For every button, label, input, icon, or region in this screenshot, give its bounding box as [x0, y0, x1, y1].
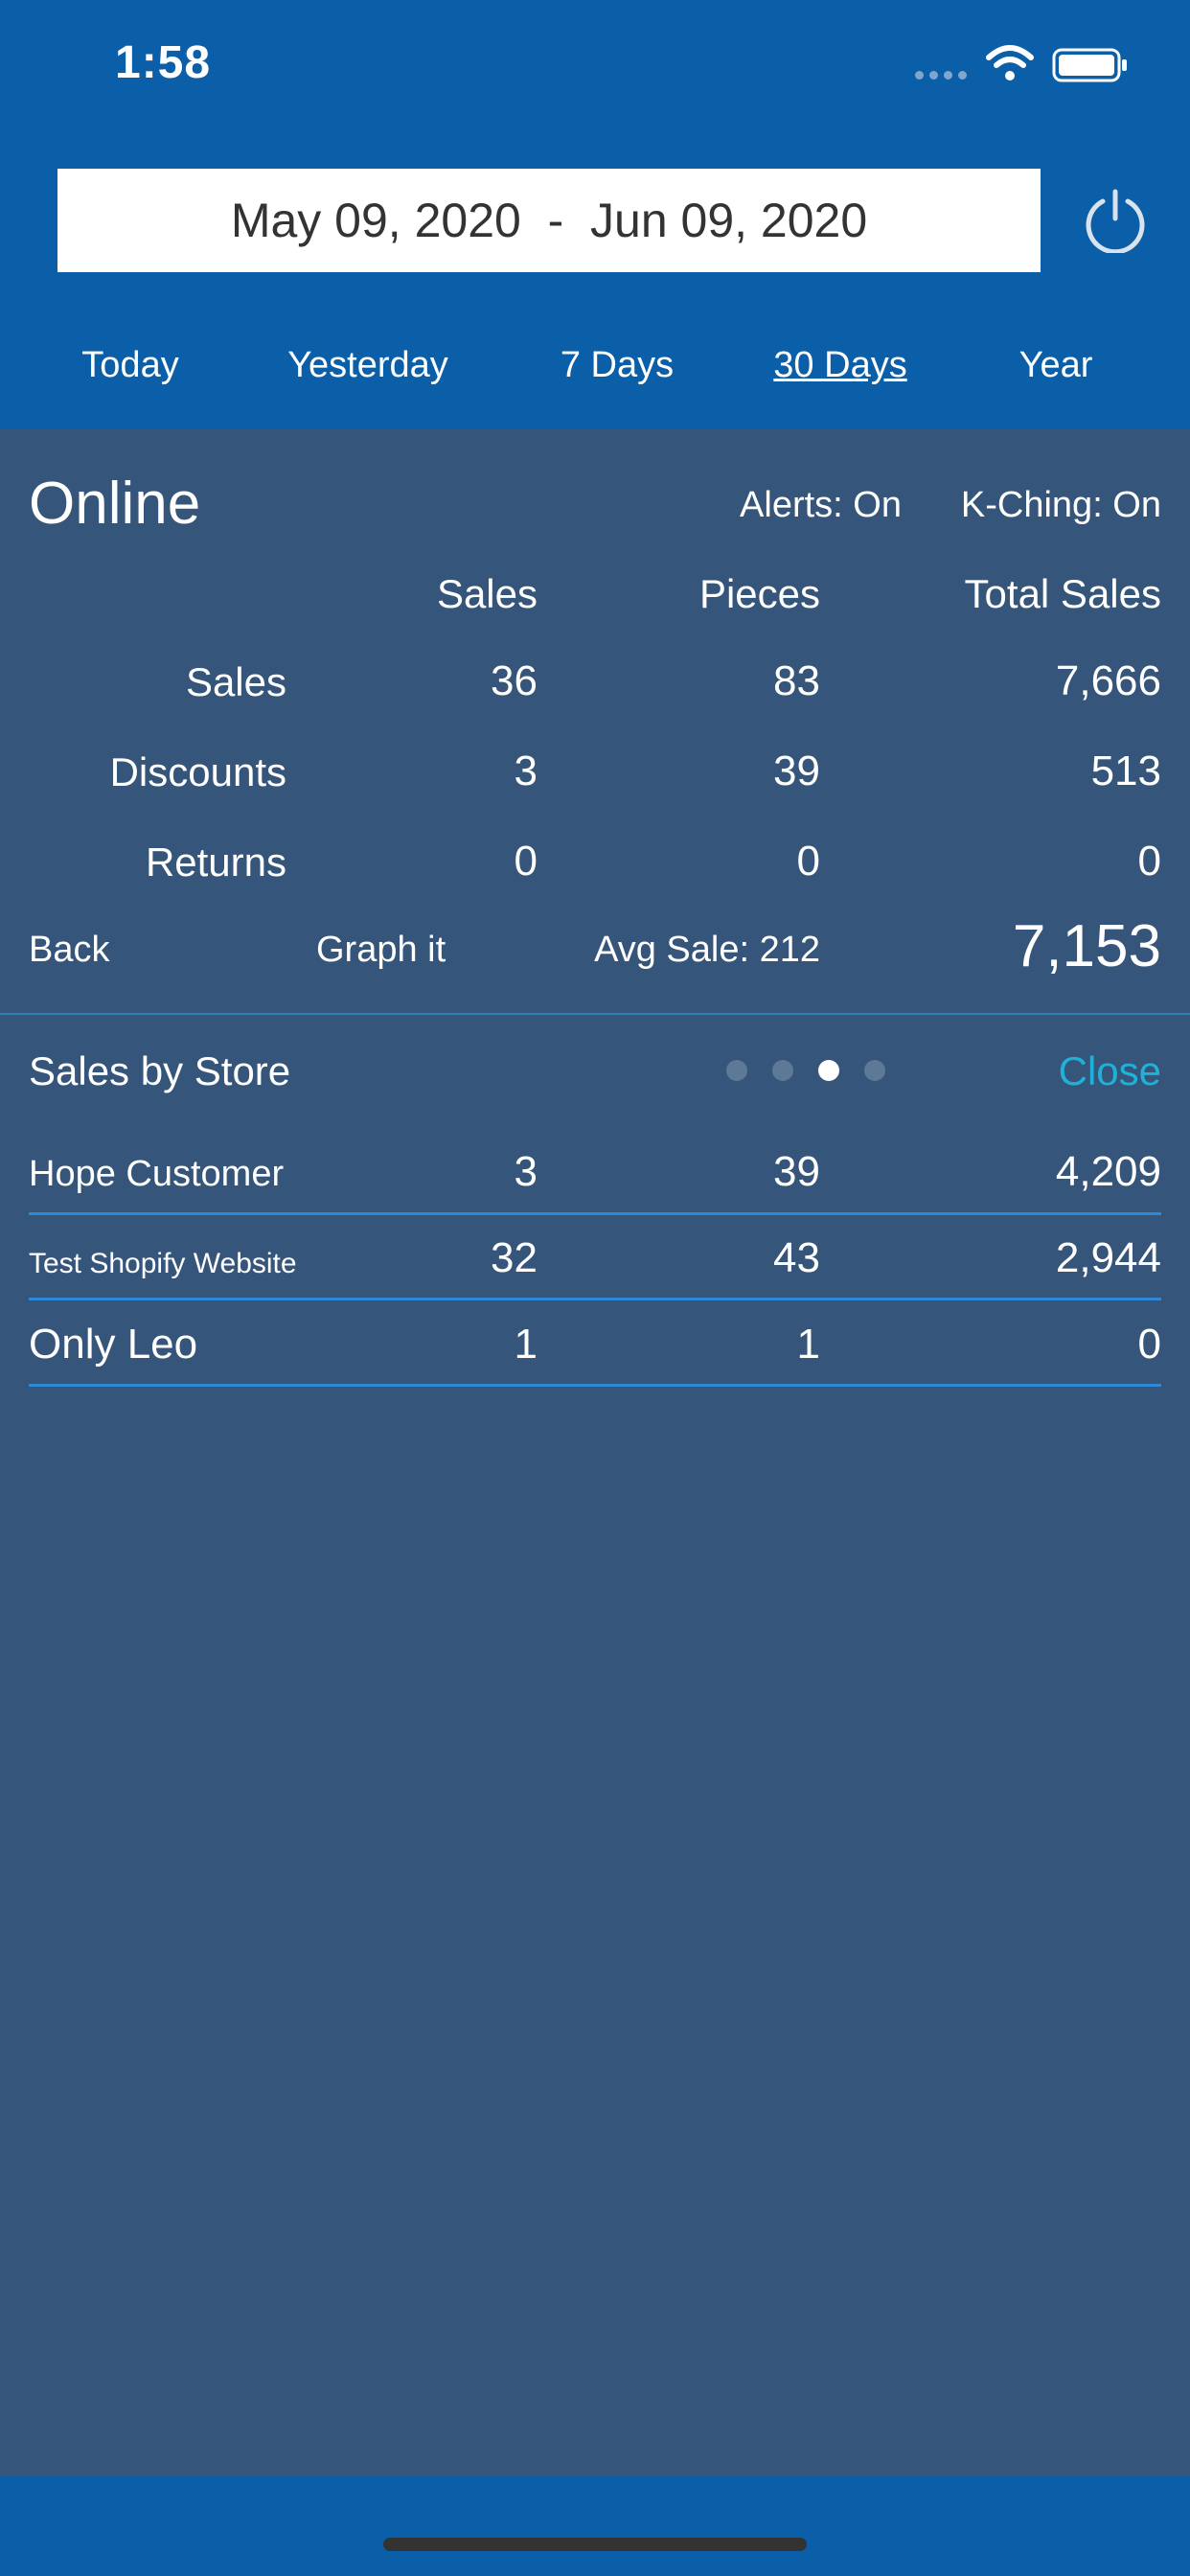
page-dot-3[interactable]: [818, 1060, 839, 1081]
column-header-total-sales: Total Sales: [964, 571, 1161, 616]
tab-7-days[interactable]: 7 Days: [561, 345, 674, 386]
store-sales: 1: [514, 1321, 538, 1368]
back-button[interactable]: Back: [29, 930, 109, 971]
date-range-field[interactable]: May 09, 2020 - Jun 09, 2020: [57, 169, 1041, 272]
discounts-total: 513: [1090, 748, 1161, 794]
store-name[interactable]: Test Shopify Website: [29, 1248, 297, 1280]
column-header-sales: Sales: [436, 571, 538, 616]
row-divider: [29, 1298, 1161, 1300]
tab-30-days[interactable]: 30 Days: [773, 345, 906, 386]
returns-pieces: 0: [796, 838, 820, 885]
cellular-signal-icon: [915, 71, 967, 80]
sales-count: 36: [491, 657, 538, 704]
stores-title: Sales by Store: [29, 1048, 291, 1093]
page-dot-1[interactable]: [726, 1060, 747, 1081]
home-indicator[interactable]: [383, 2538, 807, 2551]
store-total: 0: [1137, 1321, 1161, 1368]
alerts-toggle[interactable]: Alerts: On: [740, 485, 902, 526]
row-divider: [29, 1212, 1161, 1215]
store-sales: 3: [514, 1148, 538, 1195]
page-dot-2[interactable]: [772, 1060, 793, 1081]
section-divider: [0, 1013, 1190, 1015]
store-name[interactable]: Hope Customer: [29, 1154, 284, 1195]
grand-total: 7,153: [1012, 913, 1161, 979]
row-divider: [29, 1384, 1161, 1387]
tab-yesterday[interactable]: Yesterday: [287, 345, 448, 386]
tab-today[interactable]: Today: [81, 345, 178, 386]
store-total: 4,209: [1055, 1148, 1161, 1195]
store-name[interactable]: Only Leo: [29, 1321, 197, 1368]
graph-it-button[interactable]: Graph it: [316, 930, 446, 971]
close-button[interactable]: Close: [1059, 1048, 1161, 1094]
returns-total: 0: [1137, 838, 1161, 885]
channel-title: Online: [29, 471, 201, 537]
kching-toggle[interactable]: K-Ching: On: [961, 485, 1161, 526]
discounts-count: 3: [514, 748, 538, 794]
column-header-pieces: Pieces: [698, 571, 820, 616]
store-pieces: 43: [773, 1234, 820, 1281]
page-dot-4[interactable]: [864, 1060, 885, 1081]
row-label-returns: Returns: [145, 840, 286, 885]
status-time: 1:58: [115, 37, 212, 88]
sales-pieces: 83: [773, 657, 820, 704]
wifi-icon: [986, 45, 1034, 80]
avg-sale: Avg Sale: 212: [594, 930, 820, 970]
discounts-pieces: 39: [773, 748, 820, 794]
tab-year[interactable]: Year: [1019, 345, 1093, 386]
store-sales: 32: [491, 1234, 538, 1281]
power-icon[interactable]: [1083, 188, 1148, 253]
returns-count: 0: [514, 838, 538, 885]
store-total: 2,944: [1055, 1234, 1161, 1281]
bottom-bar: [0, 2476, 1190, 2576]
battery-icon: [1052, 48, 1127, 82]
store-pieces: 39: [773, 1148, 820, 1195]
row-label-discounts: Discounts: [109, 749, 286, 794]
row-label-sales: Sales: [185, 659, 286, 704]
sales-total: 7,666: [1055, 657, 1161, 704]
store-pieces: 1: [796, 1321, 820, 1368]
